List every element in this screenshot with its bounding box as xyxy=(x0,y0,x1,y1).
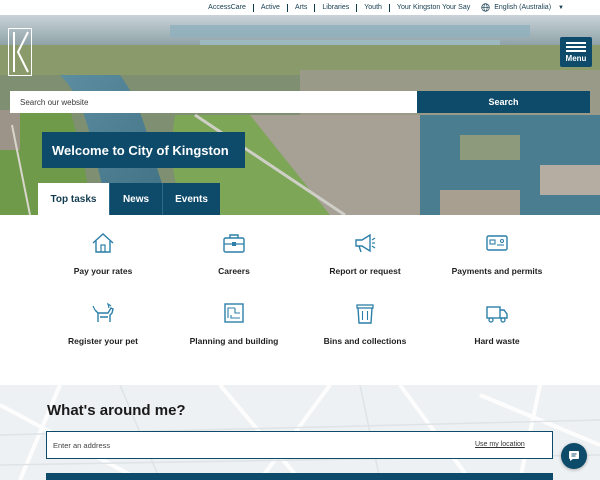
utility-link-accesscare[interactable]: AccessCare xyxy=(201,3,254,12)
top-tasks-panel: Pay your rates Careers Report or request xyxy=(0,215,600,385)
language-label: English (Australia) xyxy=(494,4,552,11)
task-label: Planning and building xyxy=(189,336,279,346)
task-register-pet[interactable]: Register your pet xyxy=(38,302,168,346)
around-me-title: What's around me? xyxy=(47,402,186,419)
house-icon xyxy=(92,233,114,253)
tab-bar: Top tasks News Events xyxy=(38,183,220,215)
task-label: Careers xyxy=(218,266,250,276)
globe-icon xyxy=(481,3,490,12)
bin-icon xyxy=(356,304,374,324)
task-payments-permits[interactable]: Payments and permits xyxy=(432,232,562,276)
whats-around-me-section: What's around me? Use my location xyxy=(0,385,600,480)
task-label: Pay your rates xyxy=(73,266,133,276)
task-label: Register your pet xyxy=(68,336,138,346)
tab-news[interactable]: News xyxy=(109,183,162,215)
hamburger-icon xyxy=(566,41,586,52)
utility-link-youth[interactable]: Youth xyxy=(357,3,390,12)
menu-label: Menu xyxy=(565,53,587,63)
utility-link-your-say[interactable]: Your Kingston Your Say xyxy=(390,4,477,12)
page: AccessCare Active Arts Libraries Youth Y… xyxy=(0,0,600,480)
truck-icon xyxy=(486,306,508,323)
search-input[interactable] xyxy=(10,91,417,113)
address-input[interactable] xyxy=(47,432,427,458)
task-hard-waste[interactable]: Hard waste xyxy=(432,302,562,346)
hero-banner: Menu Search Welcome to City of Kingston … xyxy=(0,15,600,215)
use-my-location-link[interactable]: Use my location xyxy=(475,441,525,448)
language-selector[interactable]: English (Australia) ▼ xyxy=(477,3,564,12)
utility-link-arts[interactable]: Arts xyxy=(288,3,316,12)
tab-top-tasks[interactable]: Top tasks xyxy=(38,183,109,215)
task-label: Payments and permits xyxy=(451,266,543,276)
card-icon xyxy=(486,235,508,251)
task-planning-building[interactable]: Planning and building xyxy=(169,302,299,346)
city-of-kingston-logo[interactable] xyxy=(8,28,32,76)
welcome-heading: Welcome to City of Kingston xyxy=(42,132,245,168)
utility-nav: AccessCare Active Arts Libraries Youth Y… xyxy=(0,0,600,15)
search-button[interactable]: Search xyxy=(417,91,590,113)
task-careers[interactable]: Careers xyxy=(169,232,299,276)
utility-link-active[interactable]: Active xyxy=(254,3,288,12)
task-label: Bins and collections xyxy=(323,336,407,346)
site-search: Search xyxy=(10,91,590,113)
menu-button[interactable]: Menu xyxy=(560,37,592,67)
chat-button[interactable] xyxy=(561,443,587,469)
task-report-request[interactable]: Report or request xyxy=(300,232,430,276)
results-panel-edge xyxy=(46,473,553,480)
task-label: Report or request xyxy=(329,266,401,276)
address-search: Use my location xyxy=(46,431,553,459)
chevron-down-icon: ▼ xyxy=(558,4,564,11)
dog-icon xyxy=(92,302,114,322)
megaphone-icon xyxy=(355,233,376,253)
task-pay-rates[interactable]: Pay your rates xyxy=(38,232,168,276)
utility-link-libraries[interactable]: Libraries xyxy=(315,3,358,12)
task-bins-collections[interactable]: Bins and collections xyxy=(300,302,430,346)
briefcase-icon xyxy=(223,234,245,253)
blueprint-icon xyxy=(224,303,244,323)
tab-events[interactable]: Events xyxy=(162,183,220,215)
chat-icon xyxy=(569,451,579,461)
task-label: Hard waste xyxy=(474,336,520,346)
